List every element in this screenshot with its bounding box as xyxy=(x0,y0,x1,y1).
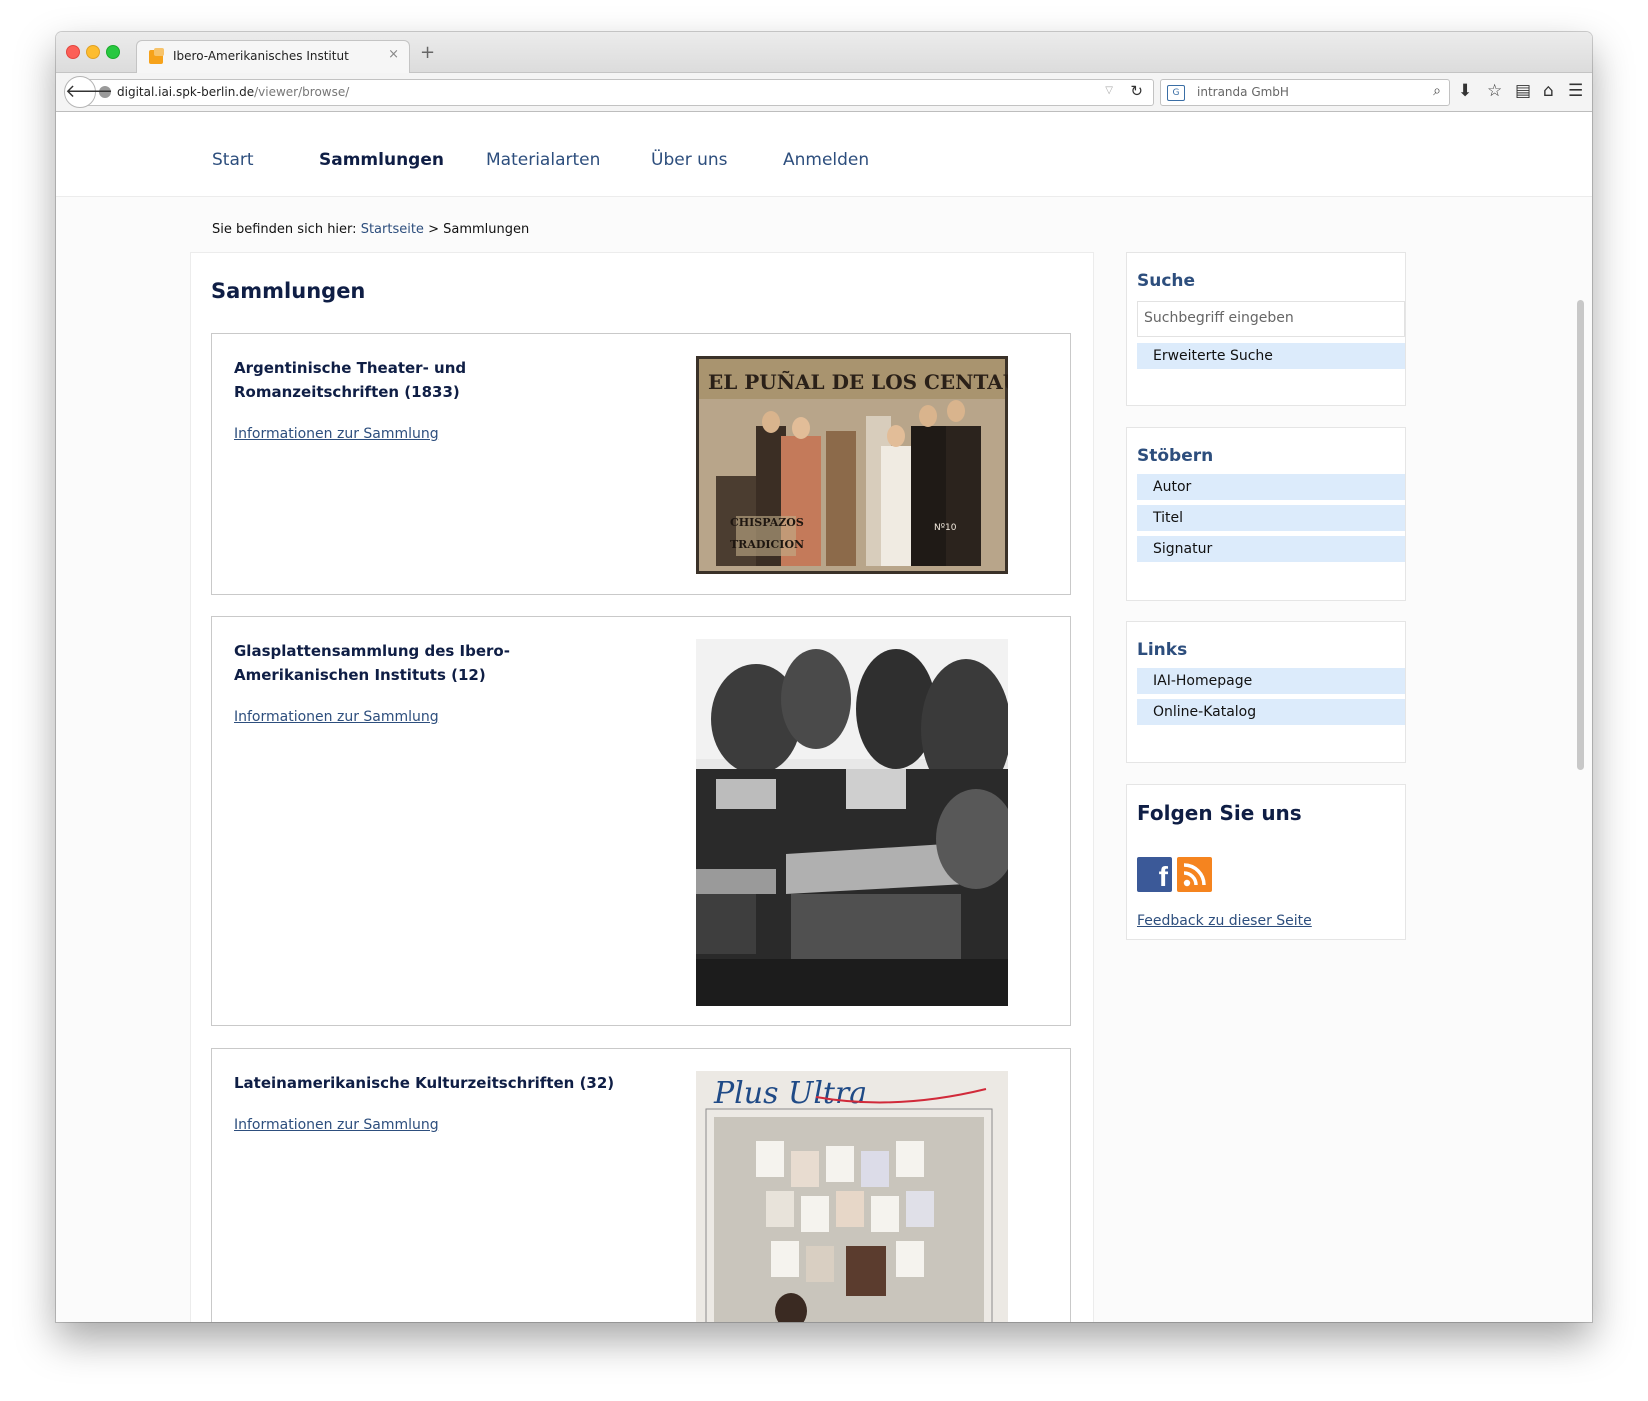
browse-item-label: Signatur xyxy=(1153,541,1213,557)
new-tab-button[interactable]: + xyxy=(420,42,435,63)
search-widget-title: Suche xyxy=(1137,271,1196,291)
link-iai-homepage[interactable]: IAI-Homepage xyxy=(1137,668,1405,694)
svg-text:Nº10: Nº10 xyxy=(934,523,957,533)
collection-info-link[interactable]: Informationen zur Sammlung xyxy=(234,426,439,442)
search-bar[interactable]: G intranda GmbH ⌕ xyxy=(1160,79,1450,106)
collection-thumbnail[interactable] xyxy=(696,639,1016,1006)
download-icon[interactable]: ⬇ xyxy=(1458,81,1472,101)
advanced-search-label: Erweiterte Suche xyxy=(1153,348,1273,364)
browse-item-signatur[interactable]: Signatur xyxy=(1137,536,1405,562)
minimize-window-button[interactable] xyxy=(86,45,100,59)
collection-info-link[interactable]: Informationen zur Sammlung xyxy=(234,709,439,725)
menu-icon[interactable]: ☰ xyxy=(1568,81,1583,101)
page-scrollbar[interactable] xyxy=(1577,300,1584,770)
plus-ultra-cover-image: Plus Ultra xyxy=(696,1071,1008,1322)
feedback-link[interactable]: Feedback zu dieser Seite xyxy=(1137,913,1312,929)
bookmark-star-icon[interactable]: ☆ xyxy=(1487,81,1502,101)
collection-title[interactable]: Argentinische Theater- und Romanzeitschr… xyxy=(234,356,634,404)
url-text[interactable]: digital.iai.spk-berlin.de/viewer/browse/ xyxy=(117,85,349,99)
breadcrumb-current: Sammlungen xyxy=(443,222,530,237)
navigation-toolbar: digital.iai.spk-berlin.de/viewer/browse/… xyxy=(56,73,1592,112)
reload-icon[interactable]: ↻ xyxy=(1130,82,1143,100)
web-page: Start Sammlungen Materialarten Über uns … xyxy=(56,112,1592,1322)
collection-thumbnail[interactable]: Plus Ultra xyxy=(696,1071,1016,1322)
svg-text:CHISPAZOS: CHISPAZOS xyxy=(730,516,804,529)
nav-anmelden[interactable]: Anmelden xyxy=(783,150,869,170)
collection-title[interactable]: Lateinamerikanische Kulturzeitschriften … xyxy=(234,1071,634,1095)
nav-ueber-uns[interactable]: Über uns xyxy=(651,150,728,170)
browse-item-label: Autor xyxy=(1153,479,1192,495)
cover-title-text: Plus Ultra xyxy=(713,1076,867,1111)
facebook-icon[interactable]: f xyxy=(1137,857,1172,892)
search-icon[interactable]: ⌕ xyxy=(1433,83,1441,99)
browse-item-label: Titel xyxy=(1153,510,1184,526)
breadcrumb-separator: > xyxy=(428,222,439,237)
link-online-katalog[interactable]: Online-Katalog xyxy=(1137,699,1405,725)
nav-materialarten[interactable]: Materialarten xyxy=(486,150,600,170)
links-widget-title: Links xyxy=(1137,640,1188,660)
url-bar[interactable]: digital.iai.spk-berlin.de/viewer/browse/… xyxy=(88,79,1154,106)
search-widget: Suche Suchbegriff eingeben Erweiterte Su… xyxy=(1126,252,1406,406)
link-label: Online-Katalog xyxy=(1153,704,1257,720)
back-arrow-icon[interactable]: 🡐 xyxy=(64,76,113,108)
theater-magazine-cover-image: EL PUÑAL DE LOS CENTAUROS xyxy=(696,356,1016,574)
collection-card: Argentinische Theater- und Romanzeitschr… xyxy=(211,333,1071,595)
tab-bar: Ibero-Amerikanisches Institut × + xyxy=(56,32,1592,73)
collection-info-link[interactable]: Informationen zur Sammlung xyxy=(234,1117,439,1133)
browse-item-titel[interactable]: Titel xyxy=(1137,505,1405,531)
browse-item-autor[interactable]: Autor xyxy=(1137,474,1405,500)
link-label: IAI-Homepage xyxy=(1153,673,1253,689)
main-navigation: Start Sammlungen Materialarten Über uns … xyxy=(56,112,1592,197)
nav-start[interactable]: Start xyxy=(212,150,254,170)
collection-thumbnail[interactable]: EL PUÑAL DE LOS CENTAUROS xyxy=(696,356,1016,574)
search-input-placeholder: Suchbegriff eingeben xyxy=(1144,310,1294,326)
browser-tab[interactable]: Ibero-Amerikanisches Institut × xyxy=(136,40,410,73)
browse-widget: Stöbern Autor Titel Signatur xyxy=(1126,427,1406,601)
follow-widget: Folgen Sie uns f Feedback zu dieser Seit… xyxy=(1126,784,1406,940)
breadcrumb-prefix: Sie befinden sich hier: xyxy=(212,222,357,237)
cover-title-text: EL PUÑAL DE LOS CENTAUROS xyxy=(708,370,1008,394)
nav-sammlungen[interactable]: Sammlungen xyxy=(319,150,444,170)
browse-widget-title: Stöbern xyxy=(1137,446,1214,466)
svg-text:TRADICION: TRADICION xyxy=(730,538,804,551)
collection-title[interactable]: Glasplattensammlung des Ibero-Amerikanis… xyxy=(234,639,634,687)
reading-list-icon[interactable]: ▤ xyxy=(1515,81,1531,101)
breadcrumb-home-link[interactable]: Startseite xyxy=(361,222,424,237)
advanced-search-button[interactable]: Erweiterte Suche xyxy=(1137,343,1405,369)
browser-window: Ibero-Amerikanisches Institut × + digita… xyxy=(56,32,1592,1322)
links-widget: Links IAI-Homepage Online-Katalog xyxy=(1126,621,1406,763)
collection-card: Glasplattensammlung des Ibero-Amerikanis… xyxy=(211,616,1071,1026)
zoom-window-button[interactable] xyxy=(106,45,120,59)
tab-title: Ibero-Amerikanisches Institut xyxy=(173,49,349,63)
search-input[interactable]: Suchbegriff eingeben xyxy=(1137,301,1405,337)
url-dropdown-icon[interactable]: ▽ xyxy=(1105,85,1113,96)
search-engine-name: intranda GmbH xyxy=(1197,85,1289,99)
search-engine-icon[interactable]: G xyxy=(1167,85,1185,101)
close-window-button[interactable] xyxy=(66,45,80,59)
rss-icon[interactable] xyxy=(1177,857,1212,892)
collection-card: Lateinamerikanische Kulturzeitschriften … xyxy=(211,1048,1071,1322)
page-title: Sammlungen xyxy=(211,279,366,303)
follow-widget-title: Folgen Sie uns xyxy=(1137,801,1302,825)
favicon-icon xyxy=(149,48,164,64)
breadcrumb: Sie befinden sich hier: Startseite > Sam… xyxy=(212,222,529,237)
collections-panel: Sammlungen Argentinische Theater- und Ro… xyxy=(190,252,1094,1322)
tab-close-icon[interactable]: × xyxy=(388,47,399,62)
home-icon[interactable]: ⌂ xyxy=(1543,81,1554,101)
glass-plate-photo-image xyxy=(696,639,1016,1006)
